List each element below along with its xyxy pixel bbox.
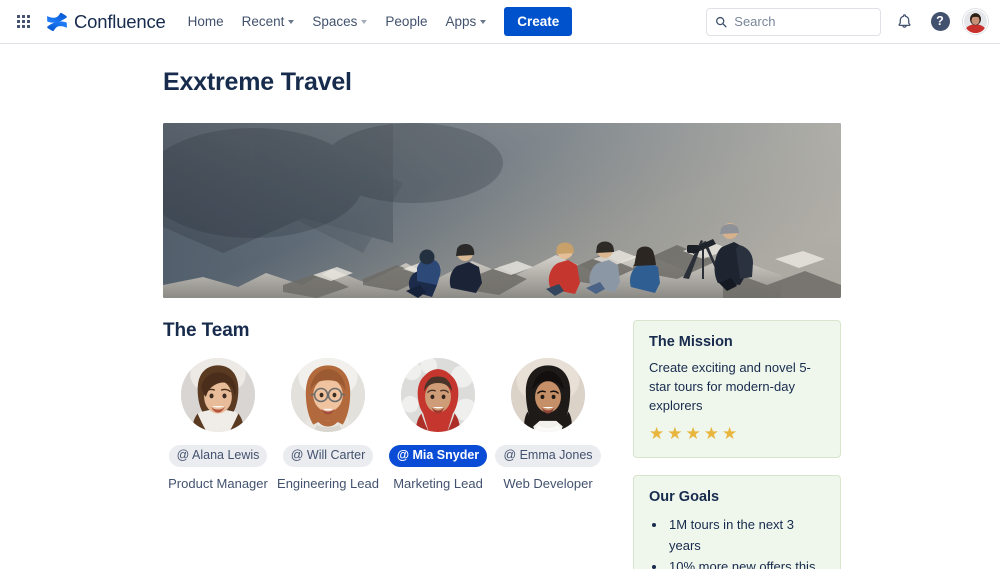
question-mark-icon: ? [930,12,950,31]
star-icon: ★ [703,423,719,443]
avatar-image [964,10,987,33]
star-icon: ★ [649,423,665,443]
user-avatar[interactable] [963,9,988,34]
page-title: Exxtreme Travel [163,68,352,96]
nav-left-group: Confluence Home Recent Spaces People App… [10,7,573,36]
team-member: @ Mia Snyder Marketing Lead [383,358,493,491]
chevron-down-icon [361,20,368,24]
team-heading: The Team [163,320,250,341]
page-content: Exxtreme Travel The Team @ Alana Lewis P… [163,44,841,569]
confluence-home-link[interactable]: Confluence [46,11,166,33]
hero-image [163,123,841,298]
avatar-will-carter[interactable] [291,358,365,432]
nav-menu: Home Recent Spaces People Apps [180,9,495,34]
mission-panel: The Mission Create exciting and novel 5-… [633,320,841,458]
notifications-button[interactable] [891,9,917,35]
team-member: @ Alana Lewis Product Manager [163,358,273,491]
mention-tag[interactable]: @ Alana Lewis [168,445,268,467]
nav-item-recent[interactable]: Recent [234,9,303,34]
member-role: Product Manager [168,475,268,491]
goals-panel: Our Goals 1M tours in the next 3 years 1… [633,474,841,569]
mission-text: Create exciting and novel 5-star tours f… [649,360,811,413]
brand-name: Confluence [74,10,166,32]
avatar-mia-snyder[interactable] [401,358,475,432]
avatar-image [401,358,475,432]
mission-title: The Mission [649,334,733,350]
nav-item-spaces[interactable]: Spaces [304,9,375,34]
nav-item-label: Home [187,14,224,29]
nav-item-label: Apps [445,14,477,29]
app-switcher-button[interactable] [10,9,36,35]
goal-item: 10% more new offers this year [667,556,825,569]
global-navigation-bar: Confluence Home Recent Spaces People App… [0,0,1000,44]
avatar-image [291,358,365,432]
page-body: Exxtreme Travel The Team @ Alana Lewis P… [0,44,1000,569]
star-icon: ★ [722,423,738,443]
star-icon: ★ [685,423,701,443]
member-role: Marketing Lead [393,475,483,491]
search-icon [716,16,727,27]
search-input[interactable] [734,14,872,29]
nav-right-group: ? [706,7,988,36]
grid-apps-icon [16,15,30,28]
side-panels-column: The Mission Create exciting and novel 5-… [633,320,841,569]
nav-item-people[interactable]: People [377,9,435,34]
mention-tag[interactable]: @ Emma Jones [495,445,601,467]
goal-item: 1M tours in the next 3 years [667,514,825,556]
goals-list: 1M tours in the next 3 years 10% more ne… [649,514,825,569]
star-icon: ★ [667,423,683,443]
avatar-emma-jones[interactable] [511,358,585,432]
avatar-alana-lewis[interactable] [181,358,255,432]
rating-stars: ★ ★ ★ ★ ★ [649,425,825,442]
team-member: @ Emma Jones Web Developer [493,358,603,491]
mention-tag-selected[interactable]: @ Mia Snyder [388,445,488,467]
team-column: The Team @ Alana Lewis Product Manager @… [163,320,633,569]
hero-photo-hikers-on-rocks [163,123,841,298]
nav-item-apps[interactable]: Apps [437,9,494,34]
nav-item-label: Spaces [312,14,358,29]
create-button[interactable]: Create [504,7,573,36]
content-columns: The Team @ Alana Lewis Product Manager @… [163,320,841,569]
help-button[interactable]: ? [927,9,953,35]
member-role: Web Developer [503,475,593,491]
search-box[interactable] [706,7,881,36]
team-member: @ Will Carter Engineering Lead [273,358,383,491]
goals-title: Our Goals [649,488,720,505]
bell-icon [897,14,911,28]
chevron-down-icon [480,20,487,24]
mention-tag[interactable]: @ Will Carter [282,445,374,467]
avatar-image [511,358,585,432]
nav-item-home[interactable]: Home [180,9,232,34]
chevron-down-icon [288,20,295,24]
confluence-logo-icon [47,12,67,31]
avatar-image [181,358,255,432]
nav-item-label: People [385,14,428,29]
team-members-list: @ Alana Lewis Product Manager @ Will Car… [163,358,633,491]
member-role: Engineering Lead [277,475,379,491]
nav-item-label: Recent [241,14,285,29]
